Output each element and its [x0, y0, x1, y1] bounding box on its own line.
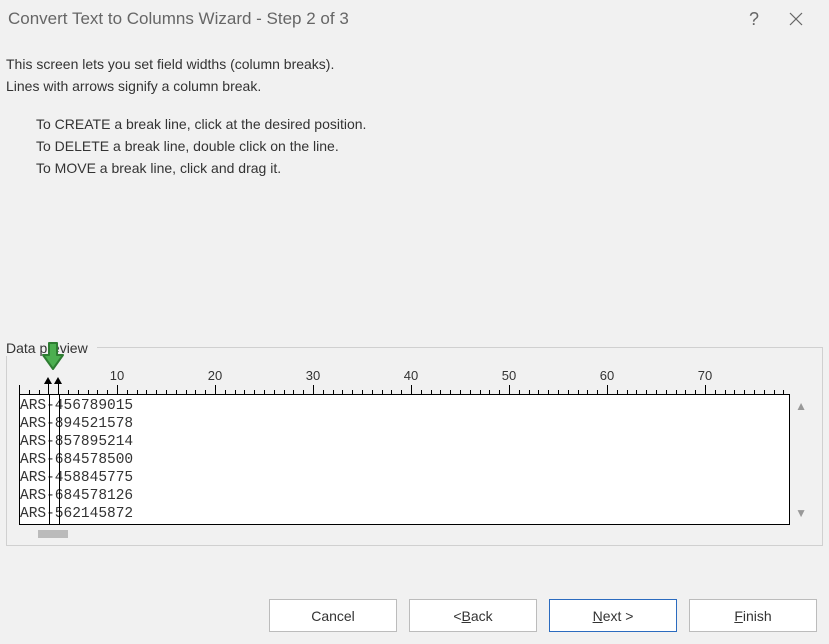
close-button[interactable]: [775, 4, 817, 34]
data-rows: ARS-456789015 ARS-894521578 ARS-85789521…: [20, 397, 133, 523]
finish-button[interactable]: Finish: [689, 599, 817, 632]
ruler-label: 70: [698, 368, 712, 383]
green-arrow-icon: [39, 341, 67, 376]
help-button[interactable]: ?: [733, 4, 775, 34]
data-area[interactable]: ARS-456789015 ARS-894521578 ARS-85789521…: [19, 395, 790, 525]
data-preview-section: Data preview 10203040506070 ARS-45678901…: [6, 340, 823, 546]
cancel-button[interactable]: Cancel: [269, 599, 397, 632]
ruler[interactable]: 10 20 30 40 50 60 70: [19, 361, 810, 395]
break-line[interactable]: [59, 395, 60, 524]
button-row: Cancel < Back Next > Finish: [269, 599, 817, 632]
ruler-label: 60: [600, 368, 614, 383]
instr-delete: To DELETE a break line, double click on …: [36, 138, 823, 154]
ruler-label: 30: [306, 368, 320, 383]
scroll-down-icon[interactable]: ▼: [795, 506, 807, 520]
ruler-label: 40: [404, 368, 418, 383]
scroll-up-icon[interactable]: ▲: [795, 399, 807, 413]
break-line[interactable]: [49, 395, 50, 524]
ruler-label: 10: [110, 368, 124, 383]
instr-create: To CREATE a break line, click at the des…: [36, 116, 823, 132]
hscroll-thumb[interactable]: [38, 530, 68, 538]
titlebar: Convert Text to Columns Wizard - Step 2 …: [0, 0, 829, 38]
content-area: This screen lets you set field widths (c…: [0, 38, 829, 192]
ruler-label: 50: [502, 368, 516, 383]
intro-line-1: This screen lets you set field widths (c…: [6, 56, 823, 72]
intro-line-2: Lines with arrows signify a column break…: [6, 78, 823, 94]
ruler-label: 20: [208, 368, 222, 383]
instr-move: To MOVE a break line, click and drag it.: [36, 160, 823, 176]
window-title: Convert Text to Columns Wizard - Step 2 …: [6, 9, 733, 29]
close-icon: [789, 12, 803, 26]
back-button[interactable]: < Back: [409, 599, 537, 632]
instructions: To CREATE a break line, click at the des…: [36, 116, 823, 176]
data-preview-group: 10 20 30 40 50 60 70 ARS-456789015 ARS-8945215…: [6, 347, 823, 546]
next-button[interactable]: Next >: [549, 599, 677, 632]
